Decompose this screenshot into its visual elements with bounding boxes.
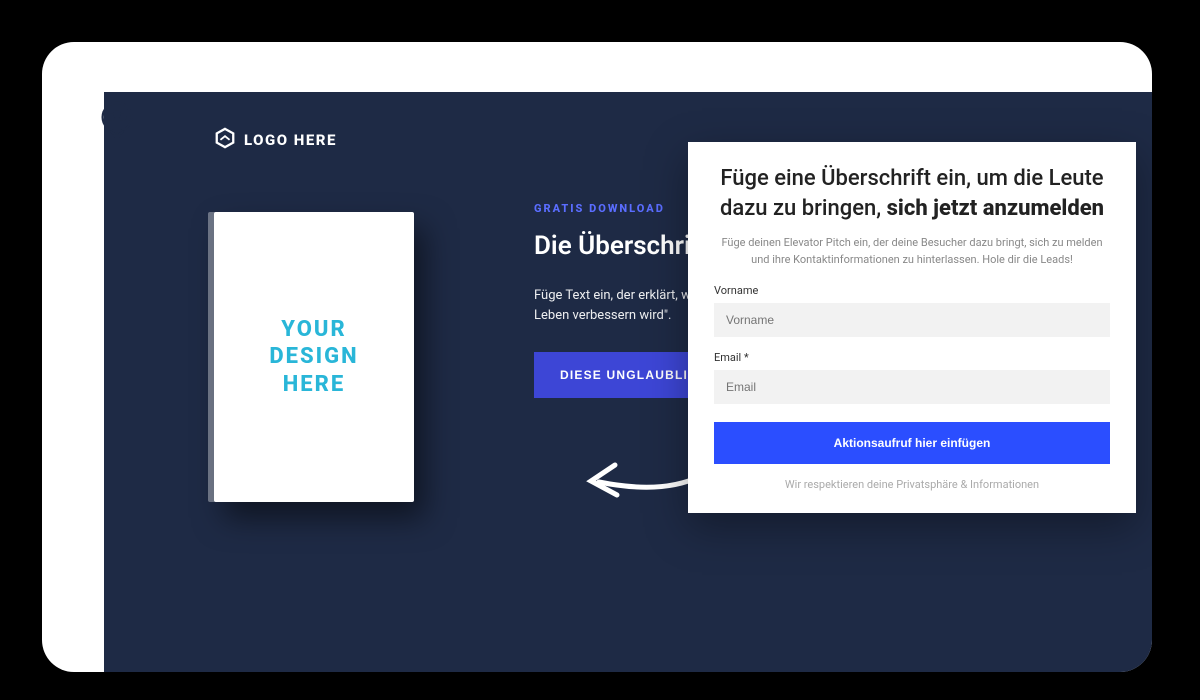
popup-cta-button[interactable]: Aktionsaufruf hier einfügen (714, 422, 1110, 464)
popup-subtitle: Füge deinen Elevator Pitch ein, der dein… (714, 235, 1110, 268)
book-mockup: YOUR DESIGN HERE (214, 212, 414, 502)
brand-icon (94, 98, 140, 144)
popup-privacy-note: Wir respektieren deine Privatsphäre & In… (714, 478, 1110, 491)
firstname-input[interactable] (714, 303, 1110, 337)
book-placeholder-label: YOUR DESIGN HERE (269, 316, 358, 399)
logo: LOGO HERE (214, 127, 337, 153)
logo-hexagon-icon (214, 127, 236, 153)
logo-text: LOGO HERE (244, 131, 337, 149)
firstname-label: Vorname (714, 284, 1110, 297)
email-input[interactable] (714, 370, 1110, 404)
popup-title-bold: sich jetzt anzumelden (887, 196, 1104, 221)
signup-popup: Füge eine Überschrift ein, um die Leute … (688, 142, 1136, 513)
popup-title: Füge eine Überschrift ein, um die Leute … (714, 164, 1110, 223)
email-label: Email * (714, 351, 1110, 364)
